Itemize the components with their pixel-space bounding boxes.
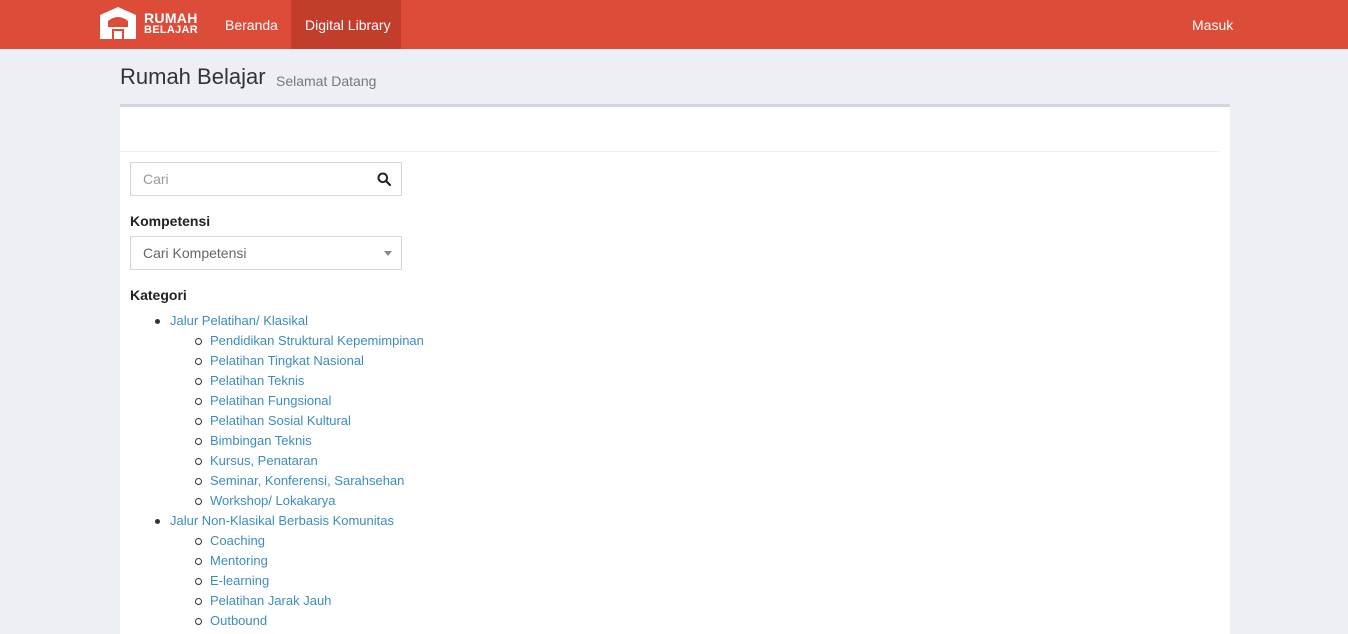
search-input[interactable] xyxy=(131,163,361,195)
kategori-item-link[interactable]: Pelatihan Teknis xyxy=(210,373,304,388)
kategori-group-link[interactable]: Jalur Non-Klasikal Berbasis Komunitas xyxy=(170,513,394,528)
circle-bullet-icon xyxy=(195,578,202,585)
chevron-down-icon xyxy=(384,251,392,256)
circle-bullet-icon xyxy=(195,458,202,465)
top-navbar: RUMAH BELAJAR Beranda Digital Library Ma… xyxy=(0,0,1348,49)
house-logo-icon xyxy=(100,7,136,39)
bullet-icon xyxy=(155,519,160,524)
kategori-item: Kursus, Penataran xyxy=(170,451,442,471)
circle-bullet-icon xyxy=(195,418,202,425)
logo-text-line2: BELAJAR xyxy=(144,24,199,36)
kategori-item-link[interactable]: Mentoring xyxy=(210,553,268,568)
kategori-item-link[interactable]: Pendidikan Struktural Kepemimpinan xyxy=(210,333,424,348)
kategori-item-link[interactable]: Kursus, Penataran xyxy=(210,453,318,468)
kategori-item: Pelatihan Tingkat Nasional xyxy=(170,351,442,371)
kategori-item: Pelatihan Teknis xyxy=(170,371,442,391)
logo-text-line1: RUMAH xyxy=(144,10,198,26)
kategori-group: Jalur Non-Klasikal Berbasis Komunitas Co… xyxy=(130,511,430,631)
kategori-item-link[interactable]: Pelatihan Jarak Jauh xyxy=(210,593,331,608)
kategori-tree: Jalur Pelatihan/ Klasikal Pendidikan Str… xyxy=(130,311,430,631)
kategori-item: Pelatihan Fungsional xyxy=(170,391,442,411)
login-link[interactable]: Masuk xyxy=(1178,0,1247,49)
circle-bullet-icon xyxy=(195,478,202,485)
kategori-item-link[interactable]: Pelatihan Tingkat Nasional xyxy=(210,353,364,368)
kategori-group: Jalur Pelatihan/ Klasikal Pendidikan Str… xyxy=(130,311,430,511)
kategori-item: Outbound xyxy=(170,611,442,631)
box-header-divider xyxy=(120,151,1220,152)
kategori-item-link[interactable]: Outbound xyxy=(210,613,267,628)
site-logo[interactable]: RUMAH BELAJAR xyxy=(98,4,206,44)
kategori-item-link[interactable]: E-learning xyxy=(210,573,269,588)
kategori-label: Kategori xyxy=(130,287,187,303)
kategori-group-link[interactable]: Jalur Pelatihan/ Klasikal xyxy=(170,313,308,328)
kategori-item: Seminar, Konferensi, Sarahsehan xyxy=(170,471,442,491)
circle-bullet-icon xyxy=(195,598,202,605)
circle-bullet-icon xyxy=(195,358,202,365)
kategori-item: Coaching xyxy=(170,531,442,551)
nav-beranda[interactable]: Beranda xyxy=(211,0,292,49)
kategori-item: Pendidikan Struktural Kepemimpinan xyxy=(170,331,442,351)
bullet-icon xyxy=(155,319,160,324)
kategori-item: Pelatihan Jarak Jauh xyxy=(170,591,442,611)
kategori-item: Mentoring xyxy=(170,551,442,571)
circle-bullet-icon xyxy=(195,398,202,405)
circle-bullet-icon xyxy=(195,538,202,545)
search-box xyxy=(130,162,402,196)
kategori-item-link[interactable]: Pelatihan Sosial Kultural xyxy=(210,413,351,428)
page-subtitle: Selamat Datang xyxy=(276,73,377,89)
circle-bullet-icon xyxy=(195,558,202,565)
circle-bullet-icon xyxy=(195,618,202,625)
kategori-item: Bimbingan Teknis xyxy=(170,431,442,451)
kompetensi-label: Kompetensi xyxy=(130,213,211,229)
circle-bullet-icon xyxy=(195,378,202,385)
kategori-item-link[interactable]: Pelatihan Fungsional xyxy=(210,393,331,408)
kompetensi-select-placeholder: Cari Kompetensi xyxy=(143,245,247,261)
circle-bullet-icon xyxy=(195,338,202,345)
kategori-item: Workshop/ Lokakarya xyxy=(170,491,442,511)
kategori-item-link[interactable]: Seminar, Konferensi, Sarahsehan xyxy=(210,473,404,488)
kategori-item: E-learning xyxy=(170,571,442,591)
page-title: Rumah Belajar xyxy=(120,64,266,89)
kategori-item-link[interactable]: Bimbingan Teknis xyxy=(210,433,312,448)
nav-digital-library[interactable]: Digital Library xyxy=(291,0,401,49)
circle-bullet-icon xyxy=(195,438,202,445)
search-icon xyxy=(377,172,391,186)
kompetensi-select[interactable]: Cari Kompetensi xyxy=(130,236,402,270)
kategori-item-link[interactable]: Coaching xyxy=(210,533,265,548)
kategori-item-link[interactable]: Workshop/ Lokakarya xyxy=(210,493,336,508)
circle-bullet-icon xyxy=(195,498,202,505)
kategori-item: Pelatihan Sosial Kultural xyxy=(170,411,442,431)
content-box: Kompetensi Cari Kompetensi Kategori Jalu… xyxy=(120,104,1230,634)
search-button[interactable] xyxy=(367,163,401,195)
